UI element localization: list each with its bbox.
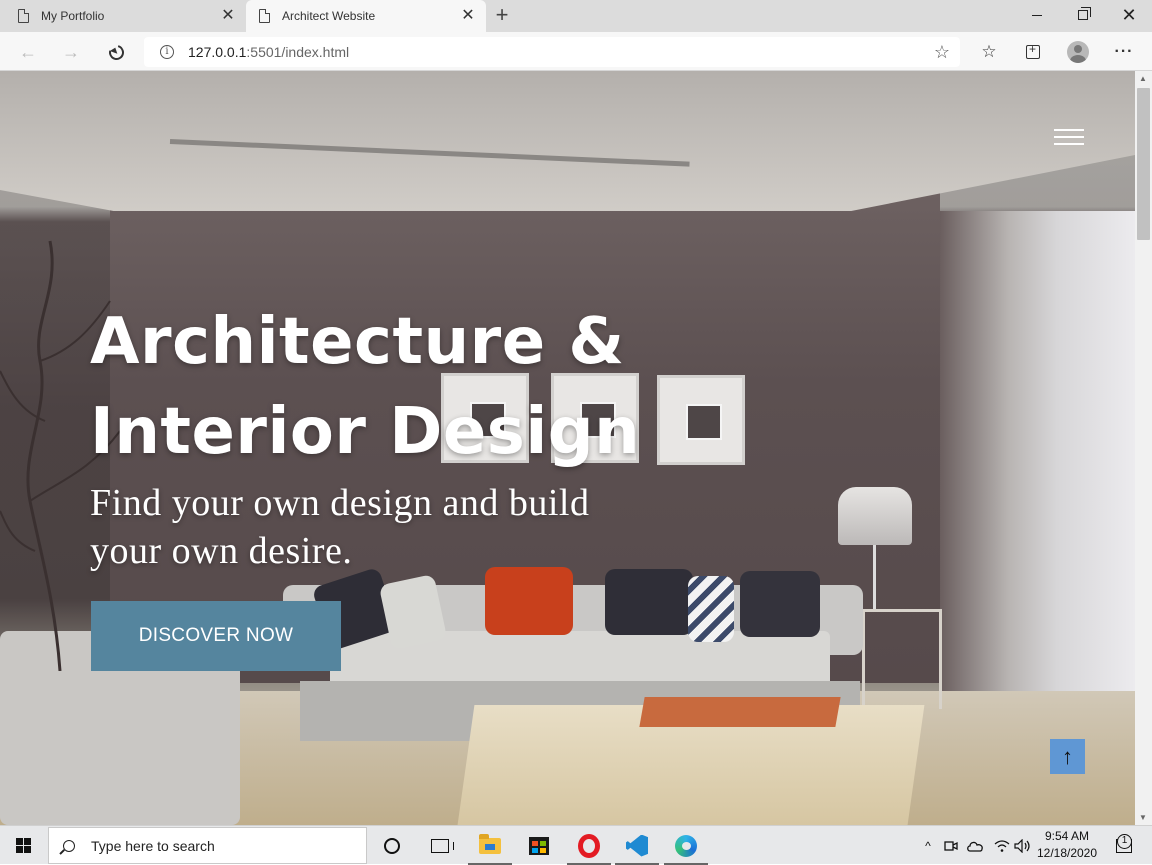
show-hidden-icons-button[interactable]: ^ xyxy=(918,826,938,865)
menu-line xyxy=(1054,136,1084,138)
pillow xyxy=(688,576,734,642)
browser-tab-strip: My Portfolio ✕ Architect Website ✕ + ✕ xyxy=(0,0,1152,32)
close-tab-icon[interactable]: ✕ xyxy=(460,8,476,24)
side-table xyxy=(862,609,942,709)
hero-title: Architecture & Interior Design xyxy=(90,297,710,477)
restore-icon xyxy=(1078,7,1091,20)
more-icon[interactable]: ··· xyxy=(1112,40,1136,64)
forward-button[interactable]: → xyxy=(57,38,85,66)
favorites-icon[interactable]: ☆ xyxy=(977,40,1001,64)
opera-icon xyxy=(578,833,600,858)
vscode-icon xyxy=(626,834,648,857)
tab-my-portfolio[interactable]: My Portfolio ✕ xyxy=(0,0,246,32)
meet-now-glyph xyxy=(944,840,958,851)
minimize-button[interactable] xyxy=(1014,0,1060,30)
scroll-up-icon[interactable]: ▲ xyxy=(1139,74,1147,83)
edge-button[interactable] xyxy=(662,826,710,865)
edge-icon xyxy=(675,834,697,857)
search-icon xyxy=(63,839,75,852)
windows-taskbar: Type here to search ^ 9:54 AM 12/18/2020… xyxy=(0,825,1152,865)
url-text[interactable]: 127.0.0.1:5501/index.html xyxy=(188,44,349,60)
lamp-stand xyxy=(873,545,876,611)
favorites-star-glyph: ☆ xyxy=(981,42,997,61)
restore-button[interactable] xyxy=(1060,0,1106,30)
close-tab-icon[interactable]: ✕ xyxy=(220,8,236,24)
cloud-glyph xyxy=(967,841,983,852)
start-button[interactable] xyxy=(0,826,48,865)
clock-time: 9:54 AM xyxy=(1044,829,1090,843)
reload-icon xyxy=(105,41,127,63)
cortana-icon xyxy=(384,837,400,854)
search-placeholder: Type here to search xyxy=(91,837,215,854)
url-path: :5501/index.html xyxy=(246,44,350,60)
collections-icon[interactable] xyxy=(1021,40,1045,64)
store-button[interactable] xyxy=(515,826,563,865)
notification-count-badge: 1 xyxy=(1117,834,1132,849)
back-button[interactable]: ← xyxy=(14,38,42,66)
wifi-glyph xyxy=(994,839,1010,852)
volume-icon[interactable] xyxy=(1012,826,1034,865)
tab-label: My Portfolio xyxy=(41,9,105,23)
task-view-icon xyxy=(431,838,454,853)
tab-label: Architect Website xyxy=(282,9,376,23)
browser-toolbar: ← → i 127.0.0.1:5501/index.html ☆ ☆ ··· xyxy=(0,32,1152,71)
pillow xyxy=(740,571,820,637)
cortana-button[interactable] xyxy=(368,826,416,865)
windows-logo-icon xyxy=(16,837,32,854)
close-window-button[interactable]: ✕ xyxy=(1106,0,1152,30)
back-to-top-button[interactable]: ↑ xyxy=(1050,739,1085,774)
clock-date: 12/18/2020 xyxy=(1036,846,1098,860)
tray xyxy=(639,697,841,727)
taskbar-clock[interactable]: 9:54 AM 12/18/2020 xyxy=(1034,828,1100,863)
menu-line xyxy=(1054,143,1084,145)
discover-now-button[interactable]: DISCOVER NOW xyxy=(91,601,341,671)
hero-title-line-1: Architecture & xyxy=(90,305,625,379)
store-icon xyxy=(529,836,549,855)
site-info-icon[interactable]: i xyxy=(160,45,174,59)
minimize-icon xyxy=(1032,14,1042,16)
task-view-button[interactable] xyxy=(416,826,464,865)
tab-architect-website[interactable]: Architect Website ✕ xyxy=(246,0,486,32)
lamp-shade xyxy=(838,487,912,545)
add-favorite-icon[interactable]: ☆ xyxy=(934,42,950,62)
page-icon xyxy=(18,9,29,23)
collections-box xyxy=(1026,42,1040,59)
profile-icon[interactable] xyxy=(1066,40,1090,64)
hero-subtitle: Find your own design and build your own … xyxy=(90,479,670,575)
file-explorer-button[interactable] xyxy=(466,826,514,865)
opera-button[interactable] xyxy=(565,826,613,865)
page-icon xyxy=(259,9,270,23)
hero-subtitle-line-1: Find your own design and build xyxy=(90,482,590,524)
avatar xyxy=(1067,41,1089,63)
hero-subtitle-line-2: your own desire. xyxy=(90,530,353,572)
reload-button[interactable] xyxy=(102,38,130,66)
pillow xyxy=(485,567,573,635)
onedrive-icon[interactable] xyxy=(964,826,986,865)
scrollbar-thumb[interactable] xyxy=(1137,88,1150,240)
network-icon[interactable] xyxy=(992,826,1012,865)
page-viewport: Architecture & Interior Design Find your… xyxy=(0,71,1135,825)
pillow xyxy=(605,569,693,635)
address-bar[interactable]: i 127.0.0.1:5501/index.html ☆ xyxy=(144,37,960,67)
hero-window-wall xyxy=(940,211,1135,771)
action-center-button[interactable]: 1 xyxy=(1106,826,1142,865)
vscode-button[interactable] xyxy=(613,826,661,865)
taskbar-search-box[interactable]: Type here to search xyxy=(48,827,367,864)
menu-icon[interactable] xyxy=(1054,127,1086,149)
scroll-down-icon[interactable]: ▼ xyxy=(1139,813,1147,822)
speaker-glyph xyxy=(1014,838,1030,853)
vertical-scrollbar[interactable]: ▲ ▼ xyxy=(1135,71,1152,825)
meet-now-icon[interactable] xyxy=(942,826,960,865)
new-tab-button[interactable]: + xyxy=(490,4,514,28)
arrow-up-icon: ↑ xyxy=(1062,743,1073,769)
url-host: 127.0.0.1 xyxy=(188,44,247,60)
menu-line xyxy=(1054,129,1084,131)
hero-title-line-2: Interior Design xyxy=(90,395,641,469)
file-explorer-icon xyxy=(479,833,501,854)
